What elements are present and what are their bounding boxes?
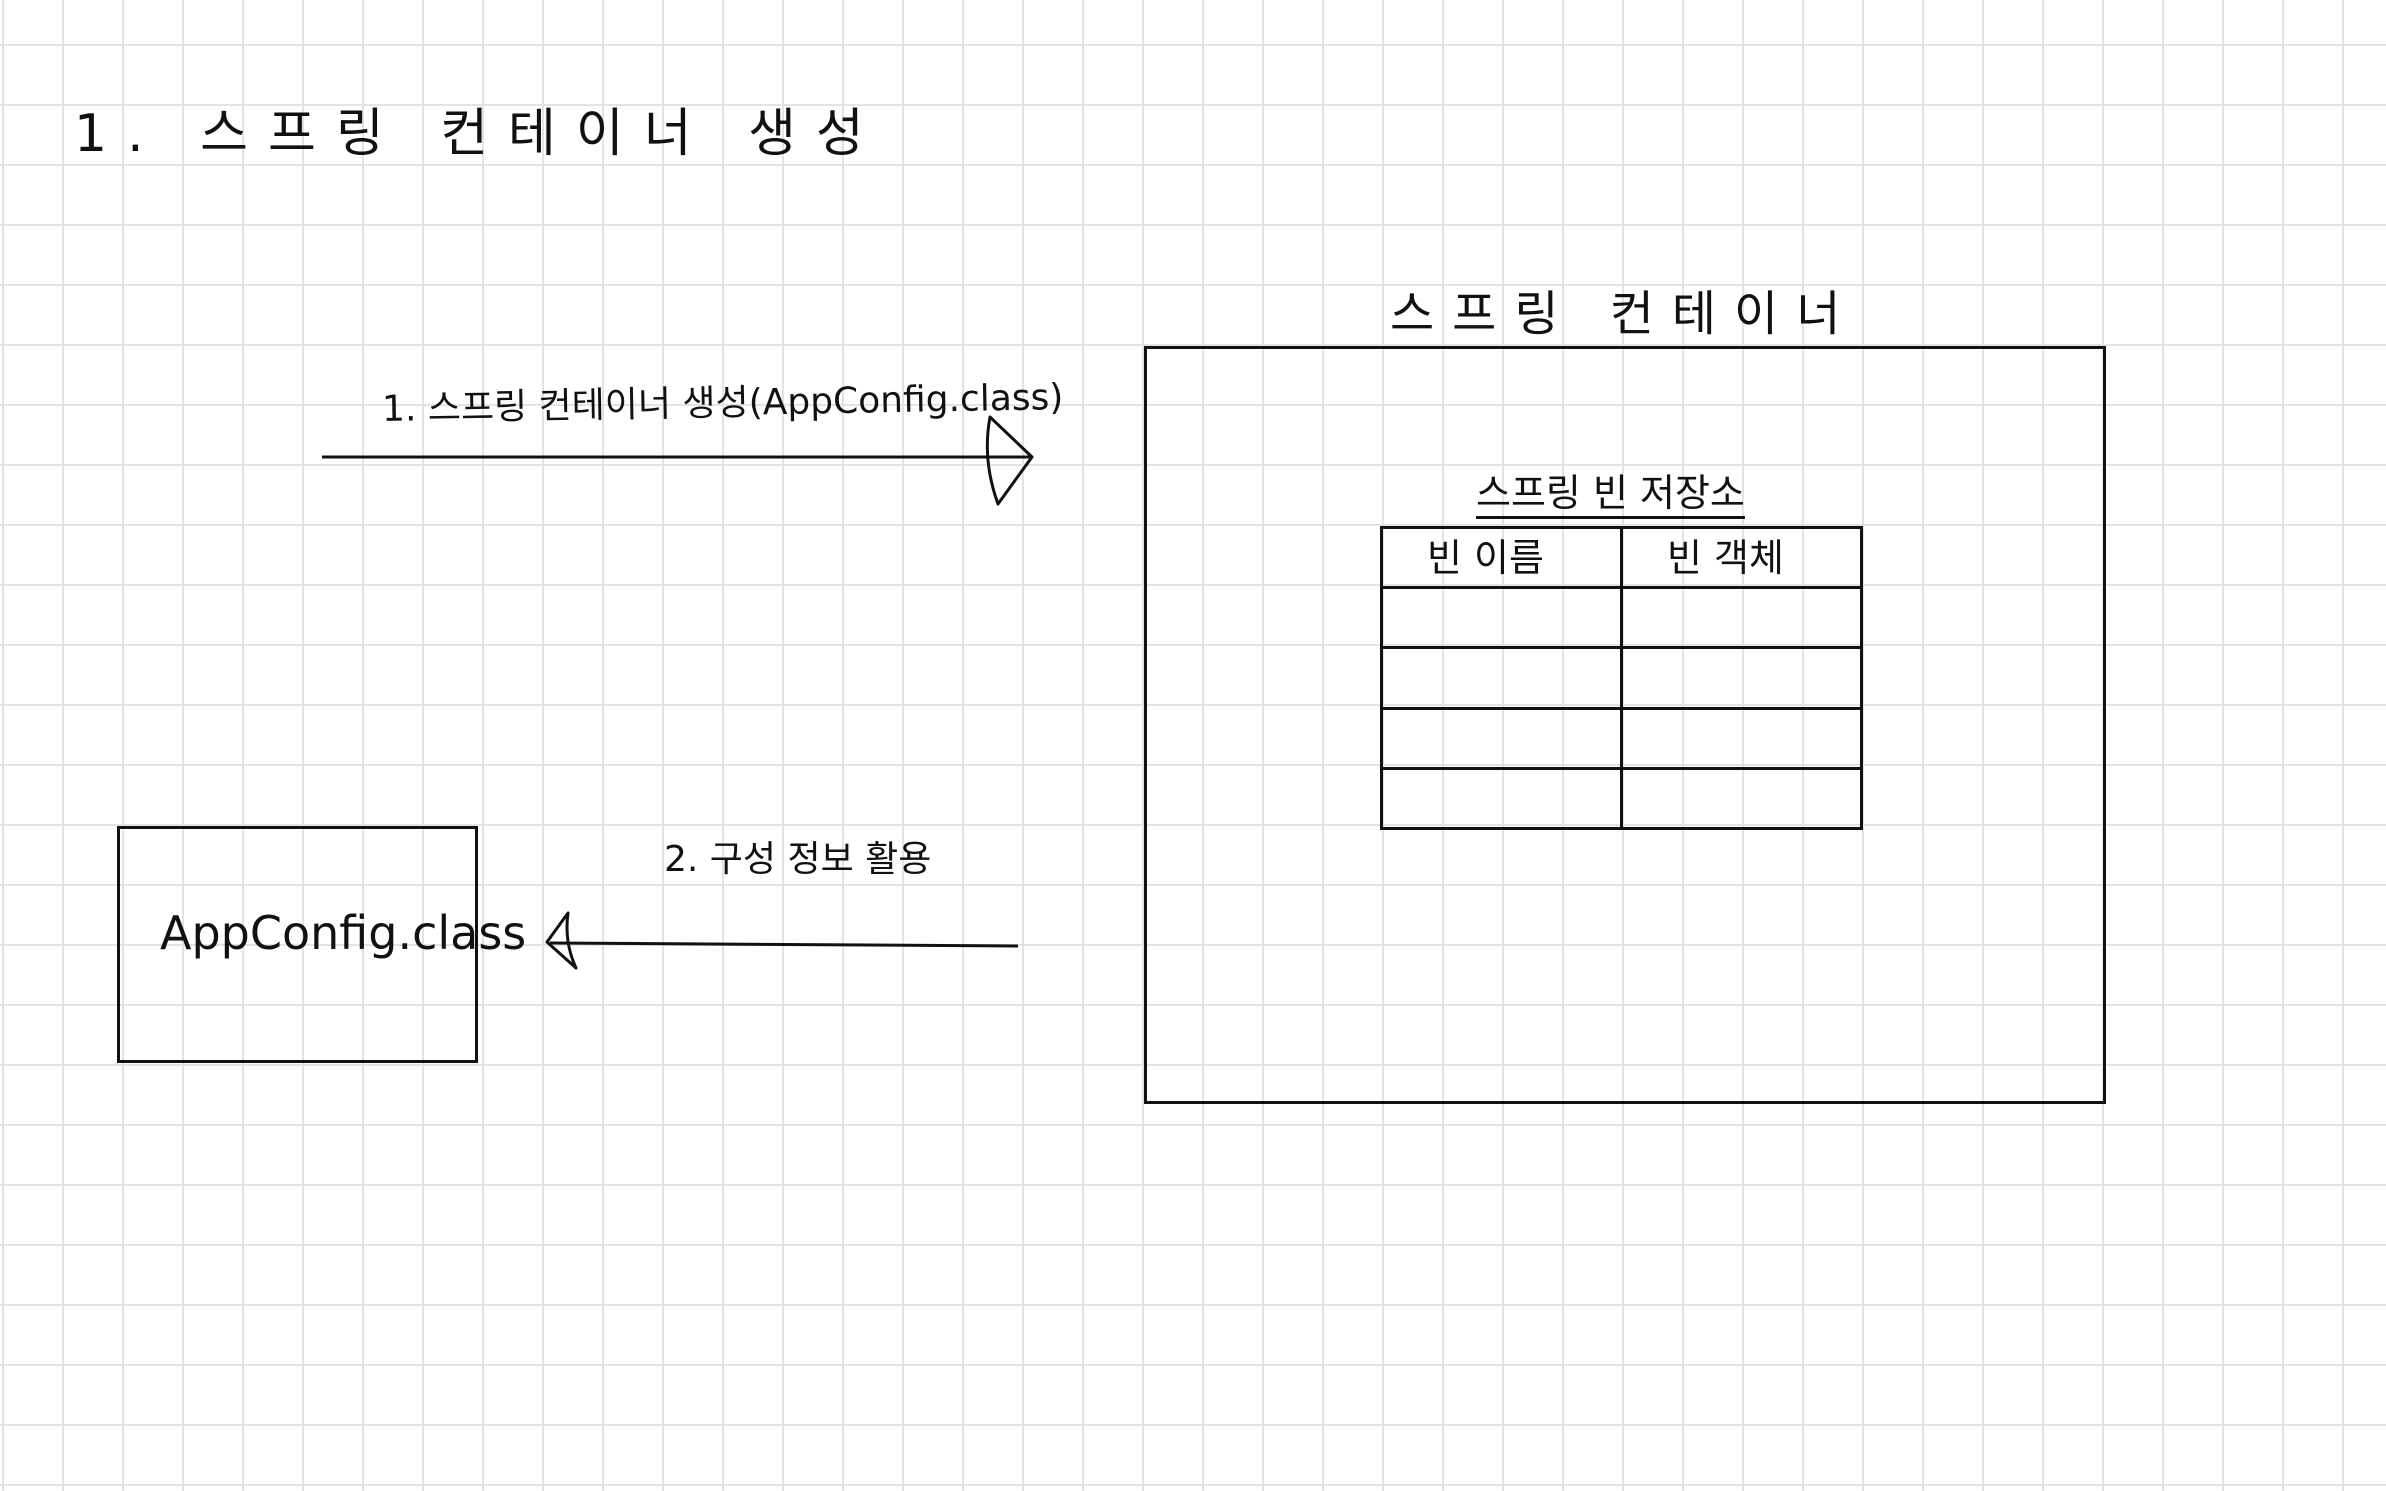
table-row — [1380, 706, 1863, 770]
spring-container-label: 스프링 컨테이너 — [1390, 286, 1859, 342]
bean-object-cell — [1620, 706, 1863, 770]
bean-name-cell — [1380, 585, 1623, 650]
bean-name-cell — [1380, 766, 1623, 831]
bean-object-column-header: 빈 객체 — [1620, 526, 1863, 589]
bean-name-cell — [1380, 706, 1623, 770]
bean-name-column-header: 빈 이름 — [1380, 526, 1623, 589]
config-arrow-shaft — [549, 941, 1019, 948]
create-arrow — [322, 415, 1034, 506]
config-arrow-head — [545, 911, 578, 970]
bean-object-cell — [1620, 646, 1863, 710]
table-row — [1380, 585, 1863, 650]
table-row — [1380, 766, 1863, 831]
table-row — [1380, 646, 1863, 710]
config-arrow-label: 2. 구성 정보 활용 — [664, 839, 932, 880]
bean-store-title: 스프링 빈 저장소 — [1476, 474, 1745, 519]
create-arrow-head — [985, 415, 1034, 506]
bean-store-table: 빈 이름 빈 객체 — [1380, 526, 1863, 831]
bean-name-cell — [1380, 646, 1623, 710]
bean-object-cell — [1620, 585, 1863, 650]
bean-object-cell — [1620, 766, 1863, 831]
config-arrow — [545, 911, 1019, 970]
appconfig-label: AppConfig.class — [160, 906, 527, 960]
bean-store-header-row: 빈 이름 빈 객체 — [1380, 526, 1863, 589]
